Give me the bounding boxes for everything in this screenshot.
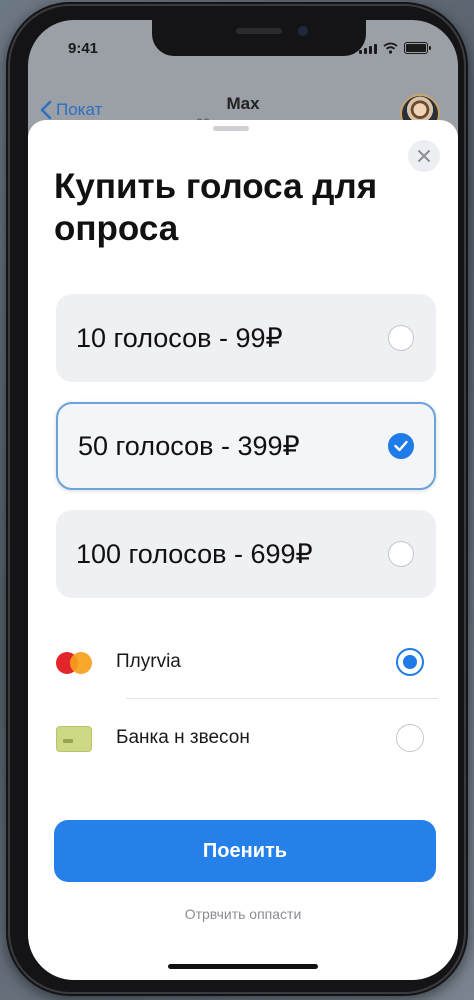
- radio-unchecked[interactable]: [388, 325, 414, 351]
- option-label: 100 голосов - 699₽: [76, 538, 313, 569]
- radio-checked[interactable]: [388, 433, 414, 459]
- close-button[interactable]: [408, 140, 440, 172]
- notch: [152, 20, 366, 56]
- payment-method-card[interactable]: Плуrvia: [56, 632, 436, 692]
- vote-option-10[interactable]: 10 голосов - 99₽: [56, 294, 436, 382]
- vote-option-100[interactable]: 100 голосов - 699₽: [56, 510, 436, 598]
- phone-frame: 9:41 Покат Max 26 nenew: [6, 2, 468, 996]
- option-label: 50 голосов - 399₽: [78, 430, 300, 461]
- payment-label: Плуrvia: [116, 651, 181, 672]
- bank-card-icon: [56, 726, 96, 752]
- pay-button[interactable]: Поенить: [54, 820, 436, 882]
- wifi-icon: [383, 42, 398, 54]
- divider: [126, 698, 438, 699]
- radio-unchecked[interactable]: [388, 541, 414, 567]
- vote-option-50[interactable]: 50 голосов - 399₽: [56, 402, 436, 490]
- screen: 9:41 Покат Max 26 nenew: [28, 20, 458, 980]
- mastercard-icon: [56, 650, 96, 674]
- payment-label: Банка н звесон: [116, 727, 250, 748]
- option-label: 10 голосов - 99₽: [76, 322, 283, 353]
- sheet-title: Купить голоса для опроса: [54, 167, 378, 248]
- home-indicator: [168, 964, 318, 969]
- purchase-sheet: Купить голоса для опроса 10 голосов - 99…: [28, 120, 458, 980]
- close-icon: [418, 150, 430, 162]
- front-camera: [298, 26, 308, 36]
- battery-icon: [404, 42, 431, 54]
- payment-radio-checked[interactable]: [396, 648, 424, 676]
- chat-title: Max: [226, 94, 260, 113]
- status-time: 9:41: [68, 40, 99, 57]
- payment-radio-unchecked[interactable]: [396, 724, 424, 752]
- status-icons: [359, 42, 431, 54]
- cancel-link[interactable]: Отрвчить оппасти: [28, 906, 458, 922]
- checkmark-icon: [394, 440, 408, 452]
- speaker: [236, 28, 282, 34]
- sheet-grabber[interactable]: [213, 126, 249, 131]
- payment-method-bank[interactable]: Банка н звесон: [56, 708, 436, 768]
